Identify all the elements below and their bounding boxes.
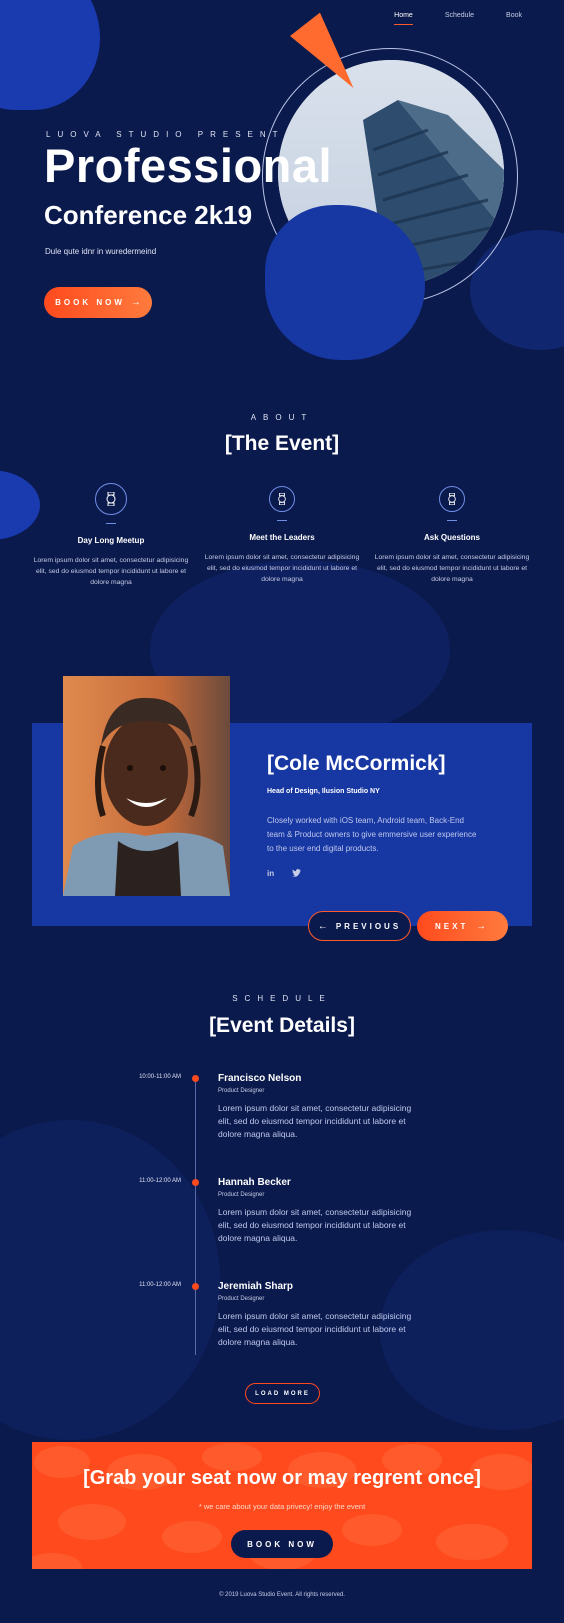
feature-text: Lorem ipsum dolor sit amet, consectetur … xyxy=(374,554,530,583)
schedule-speaker-role: Product Designer xyxy=(218,1192,265,1198)
previous-button[interactable]: ← PREVIOUS xyxy=(308,911,411,941)
speaker-name: [Cole McCormick] xyxy=(267,752,446,775)
speaker-role: Head of Design, Ilusion Studio NY xyxy=(267,788,380,795)
schedule-speaker-role: Product Designer xyxy=(218,1296,265,1302)
hero-title: Professional xyxy=(44,139,333,192)
hero-kicker: LUOVA STUDIO PRESENT xyxy=(46,130,285,139)
speaker-social: in xyxy=(267,869,302,879)
feature-divider xyxy=(447,520,457,521)
nav-home[interactable]: Home xyxy=(394,12,413,25)
arrow-right-icon: → xyxy=(130,297,141,308)
arrow-right-icon: → xyxy=(476,920,486,932)
nav-schedule[interactable]: Schedule xyxy=(445,12,474,25)
twitter-icon[interactable] xyxy=(292,869,302,879)
feature-divider xyxy=(106,523,116,524)
feature-title: Ask Questions xyxy=(423,533,480,542)
schedule-time: 11:00-12:00 AM xyxy=(139,1178,181,1184)
load-more-button[interactable]: LOAD MORE xyxy=(245,1383,320,1404)
timeline-dot xyxy=(192,1075,199,1082)
schedule-speaker-role: Product Designer xyxy=(218,1088,265,1094)
next-button[interactable]: NEXT → xyxy=(417,911,508,941)
schedule-title: [Event Details] xyxy=(209,1014,355,1037)
watch-icon xyxy=(439,486,465,512)
timeline-dot xyxy=(192,1179,199,1186)
feature-ask-questions: Ask Questions Lorem ipsum dolor sit amet… xyxy=(373,480,531,585)
footer-copyright: © 2019 Luova Studio Event. All rights re… xyxy=(219,1592,345,1598)
watch-icon xyxy=(95,483,127,515)
schedule-speaker-name: Jeremiah Sharp xyxy=(218,1281,294,1292)
feature-title: Meet the Leaders xyxy=(249,533,315,542)
schedule-time: 10:00-11:00 AM xyxy=(139,1074,181,1080)
feature-text: Lorem ipsum dolor sit amet, consectetur … xyxy=(204,554,360,583)
previous-label: PREVIOUS xyxy=(335,921,402,931)
schedule-timeline xyxy=(195,1077,196,1355)
about-kicker: ABOUT xyxy=(250,413,314,422)
schedule-time: 11:00-12:00 AM xyxy=(139,1282,181,1288)
feature-meet-the-leaders: Meet the Leaders Lorem ipsum dolor sit a… xyxy=(203,480,361,585)
speaker-bio: Closely worked with iOS team, Android te… xyxy=(267,816,477,853)
timeline-dot xyxy=(192,1283,199,1290)
feature-divider xyxy=(277,520,287,521)
schedule-text: Lorem ipsum dolor sit amet, consectetur … xyxy=(218,1207,412,1243)
schedule-text: Lorem ipsum dolor sit amet, consectetur … xyxy=(218,1311,412,1347)
feature-title: Day Long Meetup xyxy=(77,536,145,545)
cta-title: [Grab your seat now or may regrent once] xyxy=(83,1467,481,1489)
hero-description: Dule qute idnr in wuredermeind xyxy=(45,247,157,256)
feature-day-long-meetup: Day Long Meetup Lorem ipsum dolor sit am… xyxy=(32,480,190,588)
hero-subtitle: Conference 2k19 xyxy=(44,200,253,230)
schedule-speaker-name: Hannah Becker xyxy=(218,1177,291,1188)
arrow-left-icon: ← xyxy=(317,920,328,932)
cta-note: * we care about your data privecy! enjoy… xyxy=(198,1502,366,1511)
nav-book[interactable]: Book xyxy=(506,12,522,25)
watch-icon xyxy=(269,486,295,512)
book-now-button[interactable]: BOOK NOW → xyxy=(44,287,152,318)
about-title: [The Event] xyxy=(224,432,340,455)
schedule-speaker-name: Francisco Nelson xyxy=(218,1073,302,1084)
next-label: NEXT xyxy=(435,921,469,931)
schedule-text: Lorem ipsum dolor sit amet, consectetur … xyxy=(218,1103,412,1139)
cta-book-now-button[interactable]: BOOK NOW xyxy=(231,1530,333,1558)
schedule-kicker: SCHEDULE xyxy=(232,994,332,1003)
feature-text: Lorem ipsum dolor sit amet, consectetur … xyxy=(33,557,189,586)
book-now-label: BOOK NOW xyxy=(55,298,125,307)
top-nav: Home Schedule Book xyxy=(394,12,522,25)
speaker-photo xyxy=(63,676,230,896)
linkedin-icon[interactable]: in xyxy=(267,869,274,879)
